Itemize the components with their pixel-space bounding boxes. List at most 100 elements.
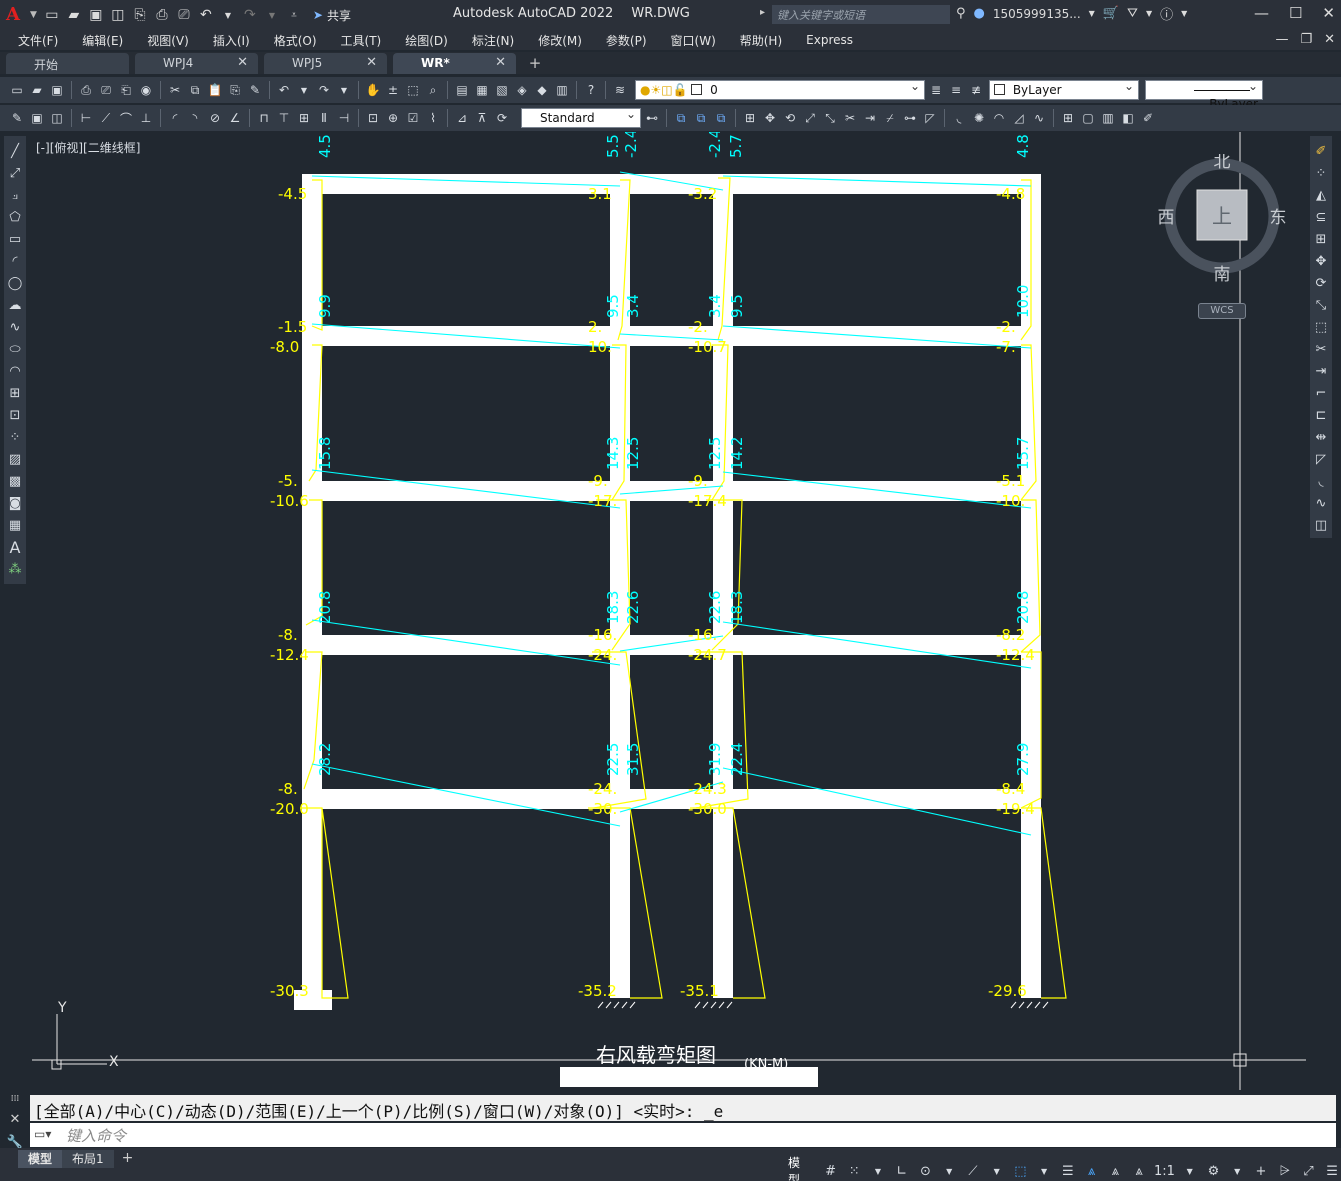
annotation-scale-value[interactable]: 1:1 xyxy=(1154,1164,1175,1179)
annotation-scale-icon[interactable]: ⩓ xyxy=(1130,1164,1148,1179)
object-snap-icon[interactable]: ⬚ xyxy=(1012,1164,1030,1179)
copy-icon[interactable]: ⁘ xyxy=(1312,164,1330,183)
menu-draw[interactable]: 绘图(D) xyxy=(393,32,460,49)
continue-dim-icon[interactable]: ⊞ xyxy=(295,109,313,127)
ellipse-icon[interactable]: ⬭ xyxy=(6,340,24,359)
paste-icon[interactable]: 📋 xyxy=(206,81,224,99)
menu-help[interactable]: 帮助(H) xyxy=(728,32,794,49)
calculator-icon[interactable]: ▥ xyxy=(553,81,571,99)
user-dropdown-icon[interactable]: ▼ xyxy=(1089,9,1095,18)
extend-icon[interactable]: ⇥ xyxy=(861,109,879,127)
chamfer-icon[interactable]: ◸ xyxy=(921,109,939,127)
fillet-icon[interactable]: ◟ xyxy=(950,109,968,127)
open-icon[interactable]: ▰ xyxy=(28,81,46,99)
array-icon[interactable]: ⊞ xyxy=(1312,230,1330,249)
new-tab-plus-icon[interactable]: + xyxy=(524,54,546,74)
explode-icon[interactable]: ◫ xyxy=(1312,516,1330,535)
units-icon[interactable]: ⩥ xyxy=(1276,1164,1294,1179)
break-icon[interactable]: ⊏ xyxy=(1312,406,1330,425)
hatch-icon[interactable]: ▨ xyxy=(6,450,24,469)
snap-icon[interactable]: ⁙ xyxy=(845,1164,863,1179)
compass-south[interactable]: 南 xyxy=(1214,265,1231,282)
fillet-icon[interactable]: ◟ xyxy=(1312,472,1330,491)
circle-icon[interactable]: ◯ xyxy=(6,274,24,293)
help-icon[interactable]: ? xyxy=(582,81,600,99)
redo-dropdown-icon[interactable]: ▼ xyxy=(335,81,353,99)
dim-edit-icon[interactable]: ⊿ xyxy=(453,109,471,127)
drawing-canvas[interactable]: 4.5 5.5 -2.4 -2.4 5.7 4.8 -4.5 -1.5 -8.0 -5. -10.6… xyxy=(32,132,1306,1090)
spline-icon[interactable]: ∿ xyxy=(6,318,24,337)
undo-icon[interactable]: ↶ xyxy=(197,6,215,24)
scale-icon[interactable]: ⤢ xyxy=(801,109,819,127)
snap-dropdown-icon[interactable]: ▼ xyxy=(869,1167,887,1176)
menu-file[interactable]: 文件(F) xyxy=(0,32,70,49)
linear-dim-icon[interactable]: ⊢ xyxy=(77,109,95,127)
redo-icon[interactable]: ↷ xyxy=(241,6,259,24)
join-icon[interactable]: ⇹ xyxy=(1312,428,1330,447)
tab-layout1[interactable]: 布局1 xyxy=(62,1150,114,1168)
compass-north[interactable]: 北 xyxy=(1214,154,1231,172)
layer-states-icon[interactable]: ≢ xyxy=(967,81,985,99)
jogged-dim-icon[interactable]: ◝ xyxy=(186,109,204,127)
point-icon[interactable]: ⁘ xyxy=(6,428,24,447)
break-icon[interactable]: ⌿ xyxy=(881,109,899,127)
polar-dropdown-icon[interactable]: ▼ xyxy=(940,1167,958,1176)
command-input[interactable]: ▭▾ 键入命令 xyxy=(30,1123,1336,1147)
ordinate-dim-icon[interactable]: ⊥ xyxy=(137,109,155,127)
viewcube[interactable]: 上 北 南 东 西 xyxy=(1158,154,1286,282)
doc-restore-icon[interactable]: ❐ xyxy=(1300,32,1312,47)
inspection-icon[interactable]: ☑ xyxy=(404,109,422,127)
compass-east[interactable]: 东 xyxy=(1270,208,1287,228)
customize-status-icon[interactable]: ☰ xyxy=(1323,1164,1341,1179)
doc-minimize-icon[interactable]: — xyxy=(1275,32,1288,47)
group-icon[interactable]: ▢ xyxy=(1079,109,1097,127)
xref-icon[interactable]: ◫ xyxy=(48,109,66,127)
help-icon[interactable]: ⓘ xyxy=(1160,4,1173,23)
undo-dropdown-icon[interactable]: ▼ xyxy=(219,6,237,24)
dim-break-icon[interactable]: ⊣ xyxy=(335,109,353,127)
rectangle-icon[interactable]: ▭ xyxy=(6,230,24,249)
dim-text-edit-icon[interactable]: ⊼ xyxy=(473,109,491,127)
zoom-previous-icon[interactable]: ⌕ xyxy=(424,81,442,99)
angular-dim-icon[interactable]: ∠ xyxy=(226,109,244,127)
chamfer-icon[interactable]: ◸ xyxy=(1312,450,1330,469)
grip-icon[interactable]: ⁞⁞⁞ xyxy=(11,1094,20,1104)
isodraft-icon[interactable]: ⟋ xyxy=(964,1164,982,1179)
tab-wpj5[interactable]: WPJ5 ✕ xyxy=(264,53,387,74)
layer-combo[interactable]: ●☀◫🔓 0 xyxy=(635,79,925,100)
extend-icon[interactable]: ⇥ xyxy=(1312,362,1330,381)
undo-icon[interactable]: ↶ xyxy=(275,81,293,99)
insert-block-icon[interactable]: ⊞ xyxy=(6,384,24,403)
command-prompt-icon[interactable]: ▭▾ xyxy=(34,1127,51,1141)
tab-wr[interactable]: WR* ✕ xyxy=(393,53,516,74)
aligned-dim-icon[interactable]: ⟋ xyxy=(97,109,115,127)
open-web-icon[interactable]: ⎘ xyxy=(131,6,149,24)
radius-dim-icon[interactable]: ◜ xyxy=(166,109,184,127)
blend-curves-icon[interactable]: ∿ xyxy=(1312,494,1330,513)
open-folder-icon[interactable]: ▰ xyxy=(65,6,83,24)
dim-update-icon[interactable]: ⟳ xyxy=(493,109,511,127)
plot-preview-icon[interactable]: ⎚ xyxy=(97,81,115,99)
plot-icon[interactable]: ⎙ xyxy=(77,81,95,99)
table-icon[interactable]: ▦ xyxy=(6,516,24,535)
trim-icon[interactable]: ✂ xyxy=(841,109,859,127)
new-file-icon[interactable]: ▭ xyxy=(43,6,61,24)
osnap-dropdown-icon[interactable]: ▼ xyxy=(1035,1167,1053,1176)
layer-previous-icon[interactable]: ≡ xyxy=(947,81,965,99)
diameter-dim-icon[interactable]: ⊘ xyxy=(206,109,224,127)
baseline-dim-icon[interactable]: ⊤ xyxy=(275,109,293,127)
tab-model[interactable]: 模型 xyxy=(18,1150,63,1168)
erase-icon[interactable]: ✐ xyxy=(1312,142,1330,161)
annotation-visibility-icon[interactable]: ⩓ xyxy=(1083,1164,1101,1179)
insert-block-icon[interactable]: ⊞ xyxy=(1059,109,1077,127)
model-space-button[interactable]: 模型 xyxy=(784,1154,816,1181)
app-dropdown-icon[interactable]: ▼ xyxy=(1146,9,1152,18)
menu-format[interactable]: 格式(O) xyxy=(262,32,329,49)
ellipse-arc-icon[interactable]: ◠ xyxy=(6,362,24,381)
cart-icon[interactable]: 🛒 xyxy=(1103,6,1119,21)
mirror-obj-icon[interactable]: ⧉ xyxy=(692,109,710,127)
sheet-set-icon[interactable]: ◈ xyxy=(513,81,531,99)
plot-icon[interactable]: ⎚ xyxy=(175,6,193,24)
block-icon[interactable]: ▣ xyxy=(28,109,46,127)
menu-parametric[interactable]: 参数(P) xyxy=(594,32,659,49)
